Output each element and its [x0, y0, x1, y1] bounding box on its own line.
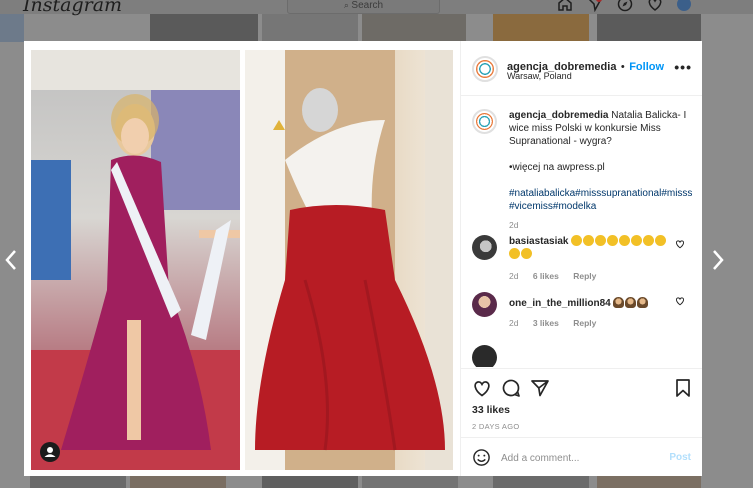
thumbnail: [597, 476, 701, 488]
comment-text: one_in_the_million84: [509, 297, 669, 310]
likes-count[interactable]: 33 likes: [472, 404, 510, 416]
search-input[interactable]: ⌕ Search: [287, 0, 440, 14]
like-comment-heart-icon[interactable]: [675, 296, 685, 306]
laughing-emoji-icon: [643, 235, 655, 246]
tagged-user-icon[interactable]: [40, 442, 60, 462]
thumbnail: [597, 14, 701, 42]
thumbnail: [493, 476, 589, 488]
comment-avatar[interactable]: [472, 345, 497, 367]
post-comment-button[interactable]: Post: [669, 452, 691, 463]
post-actions: 33 likes 2 DAYS AGO Post: [461, 368, 702, 476]
caption-time: 2d: [509, 220, 519, 230]
comment-likes[interactable]: 3 likes: [533, 318, 559, 328]
previous-post-arrow[interactable]: [3, 248, 19, 272]
laughing-emoji-icon: [619, 235, 631, 246]
thumbnail: [0, 14, 24, 42]
comment-avatar[interactable]: [472, 292, 497, 317]
caption-text-block: agencja_dobremedia Natalia Balicka- I wi…: [509, 109, 697, 232]
person-emoji-icon: [613, 297, 625, 308]
instagram-logo[interactable]: Instagram: [23, 0, 122, 16]
photo-woman-in-gown: [31, 50, 240, 470]
thumbnail: [130, 476, 226, 488]
comment-meta: 2d 3 likes Reply: [509, 318, 596, 328]
caption-hashtags[interactable]: #nataliabalicka#misssupranational#misss#…: [509, 187, 697, 213]
thumbnail: [262, 14, 358, 42]
post-header: agencja_dobremedia • Follow Warsaw, Pola…: [461, 41, 702, 96]
explore-icon[interactable]: [617, 0, 633, 12]
search-placeholder: Search: [351, 0, 384, 11]
more-options-button[interactable]: •••: [674, 59, 692, 75]
photo-red-gown-on-mannequin: [245, 50, 453, 470]
laughing-emoji-icon: [595, 235, 607, 246]
caption-author-avatar[interactable]: [472, 109, 497, 134]
laughing-emoji-icon: [607, 235, 619, 246]
emoji-picker-icon[interactable]: [472, 448, 491, 467]
laughing-emoji-icon: [655, 235, 667, 246]
comment-time: 2d: [509, 271, 519, 281]
comment-time: 2d: [509, 318, 519, 328]
post-date: 2 DAYS AGO: [472, 422, 520, 431]
separator-dot: •: [620, 61, 625, 73]
person-emoji-icon: [637, 297, 649, 308]
comment-meta: 2d 6 likes Reply: [509, 271, 596, 281]
add-comment-bar: Post: [461, 437, 702, 477]
thumbnail: [262, 476, 358, 488]
home-icon[interactable]: [557, 0, 573, 12]
chevron-right-icon: [713, 250, 724, 270]
comment-avatar[interactable]: [472, 235, 497, 260]
comment-username[interactable]: basiastasiak: [509, 236, 569, 247]
follow-button[interactable]: Follow: [629, 61, 664, 73]
comment-emojis: [613, 297, 649, 309]
like-heart-icon[interactable]: [472, 378, 492, 398]
author-avatar[interactable]: [472, 56, 498, 82]
comment-username[interactable]: one_in_the_million84: [509, 298, 611, 309]
laughing-emoji-icon: [631, 235, 643, 246]
chevron-left-icon: [5, 250, 16, 270]
comments-section[interactable]: agencja_dobremedia Natalia Balicka- I wi…: [461, 97, 702, 367]
post-sidebar: agencja_dobremedia • Follow Warsaw, Pola…: [460, 41, 702, 476]
caption-more-info: •więcej na awpress.pl: [509, 162, 605, 173]
thumbnail: [30, 476, 126, 488]
laughing-emoji-icon: [583, 235, 595, 246]
person-emoji-icon: [625, 297, 637, 308]
nav-icons: [557, 0, 691, 13]
save-bookmark-icon[interactable]: [673, 378, 693, 398]
next-post-arrow[interactable]: [710, 248, 726, 272]
reply-button[interactable]: Reply: [573, 318, 596, 328]
thumbnail: [362, 14, 466, 42]
post-media[interactable]: [24, 41, 459, 476]
activity-icon[interactable]: [647, 0, 663, 12]
comment-likes[interactable]: 6 likes: [533, 271, 559, 281]
laughing-emoji-icon: [521, 248, 532, 259]
like-comment-heart-icon[interactable]: [675, 239, 685, 249]
share-direct-icon[interactable]: [530, 378, 550, 398]
caption-username[interactable]: agencja_dobremedia: [509, 110, 608, 121]
reply-button[interactable]: Reply: [573, 271, 596, 281]
profile-avatar[interactable]: [677, 0, 691, 11]
post-modal: agencja_dobremedia • Follow Warsaw, Pola…: [24, 41, 702, 476]
laughing-emoji-icon: [571, 235, 583, 246]
comment-icon[interactable]: [501, 378, 521, 398]
laughing-emoji-icon: [509, 248, 520, 259]
thumbnail: [493, 14, 589, 42]
thumbnail: [150, 14, 258, 42]
direct-icon[interactable]: [587, 0, 603, 13]
comment-input[interactable]: [501, 449, 661, 467]
post-location[interactable]: Warsaw, Poland: [507, 71, 572, 81]
thumbnail: [362, 476, 458, 488]
comment-text: basiastasiak: [509, 235, 669, 261]
